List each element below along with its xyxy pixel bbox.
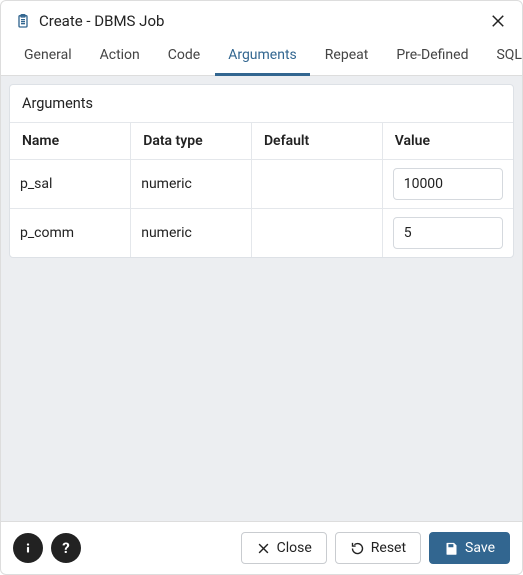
value-input[interactable]: [393, 217, 503, 249]
tab-arguments[interactable]: Arguments: [215, 39, 310, 76]
question-icon: ?: [62, 539, 69, 557]
dialog-create-dbms-job: Create - DBMS Job General Action Code Ar…: [0, 0, 523, 575]
cell-data-type: numeric: [131, 209, 252, 258]
cell-name: p_comm: [10, 209, 131, 258]
tab-pre-defined[interactable]: Pre-Defined: [383, 39, 481, 76]
col-header-value: Value: [382, 123, 513, 160]
tab-sql[interactable]: SQL: [483, 39, 523, 76]
reset-button-label: Reset: [371, 540, 406, 556]
tab-repeat[interactable]: Repeat: [312, 39, 382, 76]
table-row: p_comm numeric: [10, 209, 513, 258]
info-button[interactable]: [13, 533, 43, 563]
arguments-panel: Arguments Name Data type Default Value p…: [9, 84, 514, 258]
col-header-data-type: Data type: [131, 123, 252, 160]
cell-name: p_sal: [10, 160, 131, 209]
save-button-label: Save: [465, 540, 495, 556]
value-input[interactable]: [393, 168, 503, 200]
reset-button[interactable]: Reset: [335, 532, 421, 564]
dialog-title: Create - DBMS Job: [39, 12, 488, 30]
cell-data-type: numeric: [131, 160, 252, 209]
close-button[interactable]: Close: [241, 532, 327, 564]
tab-bar: General Action Code Arguments Repeat Pre…: [1, 39, 522, 76]
cell-value: [382, 209, 513, 258]
col-header-default: Default: [251, 123, 382, 160]
clipboard-icon: [15, 13, 31, 29]
reset-icon: [350, 541, 365, 556]
close-icon[interactable]: [488, 11, 508, 31]
cell-value: [382, 160, 513, 209]
x-icon: [256, 541, 271, 556]
tab-general[interactable]: General: [11, 39, 85, 76]
save-button[interactable]: Save: [429, 532, 510, 564]
dialog-header: Create - DBMS Job: [1, 1, 522, 39]
cell-default: [251, 160, 382, 209]
dialog-footer: ? Close Reset Save: [1, 521, 522, 574]
save-icon: [444, 541, 459, 556]
dialog-body: Arguments Name Data type Default Value p…: [1, 76, 522, 521]
close-button-label: Close: [277, 540, 312, 556]
table-row: p_sal numeric: [10, 160, 513, 209]
cell-default: [251, 209, 382, 258]
col-header-name: Name: [10, 123, 131, 160]
panel-title: Arguments: [10, 85, 513, 123]
tab-code[interactable]: Code: [155, 39, 213, 76]
help-button[interactable]: ?: [51, 533, 81, 563]
arguments-table: Name Data type Default Value p_sal numer…: [10, 123, 513, 257]
tab-action[interactable]: Action: [87, 39, 153, 76]
